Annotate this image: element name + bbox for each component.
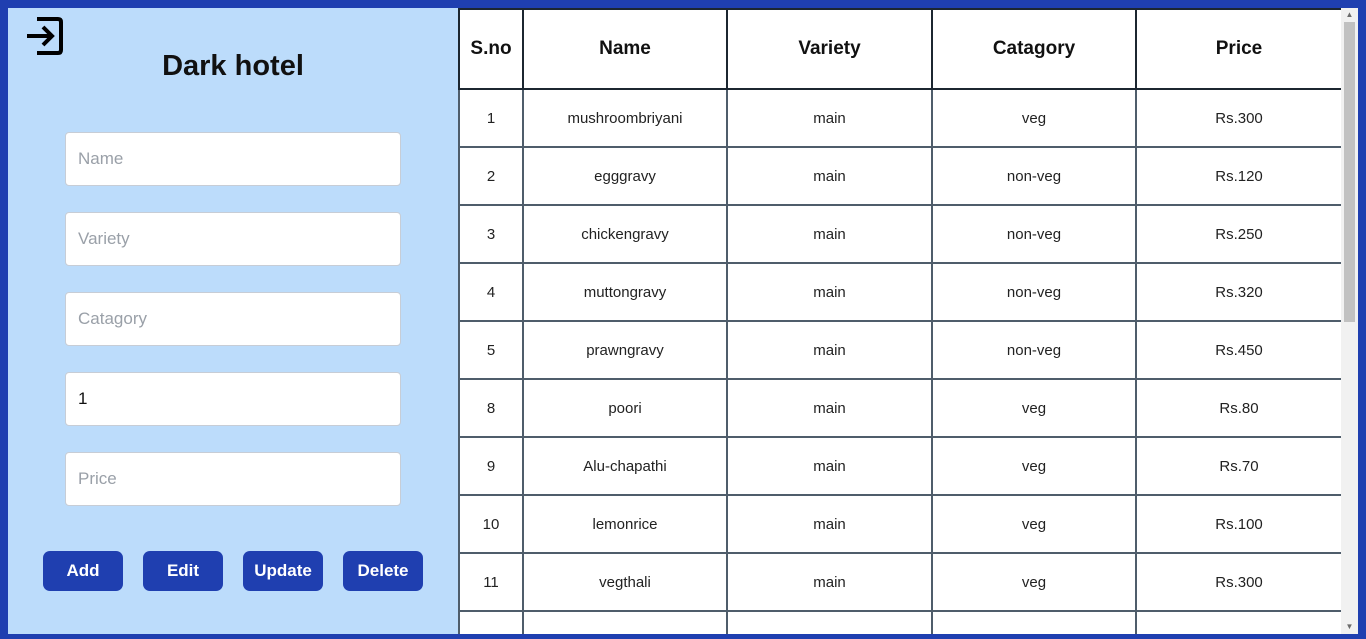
cell-variety: main <box>726 378 933 438</box>
cell-category: veg <box>931 436 1137 496</box>
cell-sno: 10 <box>458 494 524 554</box>
table-row[interactable]: 5 prawngravy main non-veg Rs.450 <box>458 320 1341 380</box>
number-field[interactable] <box>65 372 401 426</box>
form-panel: Dark hotel Add Edit Update Delete <box>8 8 458 634</box>
scroll-down-arrow-icon[interactable]: ▼ <box>1341 620 1358 634</box>
cell-category: non-veg <box>931 262 1137 322</box>
price-field[interactable] <box>65 452 401 506</box>
cell-name: poori <box>522 378 728 438</box>
cell-price <box>1135 610 1341 634</box>
table-row[interactable]: 8 poori main veg Rs.80 <box>458 378 1341 438</box>
table-row[interactable]: 9 Alu-chapathi main veg Rs.70 <box>458 436 1341 496</box>
cell-sno: 5 <box>458 320 524 380</box>
table-row[interactable]: 4 muttongravy main non-veg Rs.320 <box>458 262 1341 322</box>
cell-category: non-veg <box>931 146 1137 206</box>
cell-variety: main <box>726 146 933 206</box>
cell-category: veg <box>931 88 1137 148</box>
category-field[interactable] <box>65 292 401 346</box>
page-title: Dark hotel <box>162 50 304 82</box>
scroll-up-arrow-icon[interactable]: ▲ <box>1341 8 1358 22</box>
header-sno: S.no <box>458 8 524 90</box>
variety-field[interactable] <box>65 212 401 266</box>
cell-variety: main <box>726 204 933 264</box>
cell-name: chickengravy <box>522 204 728 264</box>
name-field[interactable] <box>65 132 401 186</box>
cell-category: veg <box>931 378 1137 438</box>
cell-price: Rs.100 <box>1135 494 1341 554</box>
cell-variety <box>726 610 933 634</box>
delete-button[interactable]: Delete <box>343 551 423 591</box>
cell-category: non-veg <box>931 204 1137 264</box>
cell-variety: main <box>726 494 933 554</box>
menu-table: S.no Name Variety Catagory Price 1 mushro… <box>458 8 1341 634</box>
cell-name: Alu-chapathi <box>522 436 728 496</box>
cell-price: Rs.450 <box>1135 320 1341 380</box>
header-category: Catagory <box>931 8 1137 90</box>
cell-price: Rs.250 <box>1135 204 1341 264</box>
cell-name: lemonrice <box>522 494 728 554</box>
cell-variety: main <box>726 88 933 148</box>
table-body: 1 mushroombriyani main veg Rs.300 2 egggravy ma… <box>458 88 1341 634</box>
cell-name: muttongravy <box>522 262 728 322</box>
cell-name: prawngravy <box>522 320 728 380</box>
cell-category: veg <box>931 494 1137 554</box>
cell-variety: main <box>726 552 933 612</box>
cell-sno: 11 <box>458 552 524 612</box>
edit-button[interactable]: Edit <box>143 551 223 591</box>
cell-sno: 2 <box>458 146 524 206</box>
header-price: Price <box>1135 8 1341 90</box>
cell-variety: main <box>726 320 933 380</box>
table-row[interactable] <box>458 610 1341 634</box>
header-variety: Variety <box>726 8 933 90</box>
table-row[interactable]: 3 chickengravy main non-veg Rs.250 <box>458 204 1341 264</box>
cell-category <box>931 610 1137 634</box>
table-row[interactable]: 10 lemonrice main veg Rs.100 <box>458 494 1341 554</box>
table-header-row: S.no Name Variety Catagory Price <box>458 8 1341 90</box>
cell-price: Rs.300 <box>1135 88 1341 148</box>
cell-sno <box>458 610 524 634</box>
cell-price: Rs.300 <box>1135 552 1341 612</box>
cell-sno: 3 <box>458 204 524 264</box>
cell-sno: 4 <box>458 262 524 322</box>
update-button[interactable]: Update <box>243 551 323 591</box>
menu-table-container: S.no Name Variety Catagory Price 1 mushro… <box>458 8 1341 634</box>
cell-sno: 9 <box>458 436 524 496</box>
table-row[interactable]: 11 vegthali main veg Rs.300 <box>458 552 1341 612</box>
cell-price: Rs.80 <box>1135 378 1341 438</box>
cell-category: veg <box>931 552 1137 612</box>
cell-variety: main <box>726 436 933 496</box>
scroll-thumb[interactable] <box>1344 22 1355 322</box>
cell-variety: main <box>726 262 933 322</box>
cell-category: non-veg <box>931 320 1137 380</box>
header-name: Name <box>522 8 728 90</box>
cell-name <box>522 610 728 634</box>
cell-price: Rs.320 <box>1135 262 1341 322</box>
table-row[interactable]: 1 mushroombriyani main veg Rs.300 <box>458 88 1341 148</box>
table-scrollbar[interactable]: ▲ ▼ <box>1341 8 1358 634</box>
cell-name: vegthali <box>522 552 728 612</box>
cell-sno: 8 <box>458 378 524 438</box>
cell-price: Rs.70 <box>1135 436 1341 496</box>
cell-name: egggravy <box>522 146 728 206</box>
cell-name: mushroombriyani <box>522 88 728 148</box>
cell-sno: 1 <box>458 88 524 148</box>
add-button[interactable]: Add <box>43 551 123 591</box>
table-row[interactable]: 2 egggravy main non-veg Rs.120 <box>458 146 1341 206</box>
cell-price: Rs.120 <box>1135 146 1341 206</box>
